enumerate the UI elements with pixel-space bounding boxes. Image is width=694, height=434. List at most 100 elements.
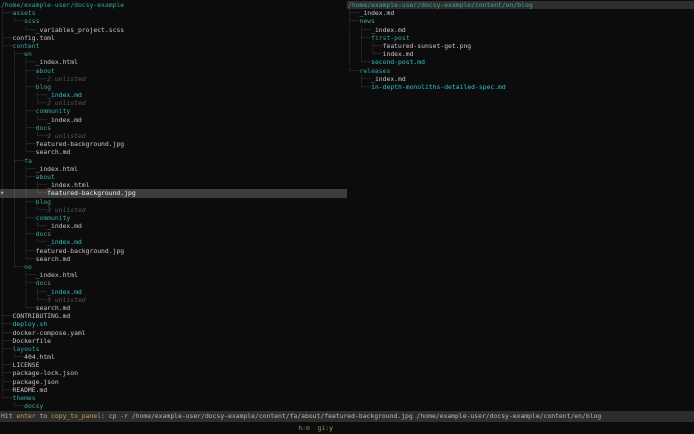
entry-name: _index.md [47, 91, 82, 100]
tree-row[interactable]: │ │ ├──about [0, 173, 347, 181]
tree-row[interactable]: │ │ │ └──_index.md [0, 222, 347, 230]
tree-row[interactable]: │ │ ├──_index.html [0, 58, 347, 66]
tree-row[interactable]: │ │ ├──featured-background.jpg [0, 247, 347, 255]
tree-branch: ├── [1, 33, 13, 42]
tree-row[interactable]: │ │ ├──featured-sunset-get.png [347, 42, 694, 50]
tree-branch: │ │ └── [1, 254, 36, 263]
tree-row[interactable]: │ │ ├──docs [0, 124, 347, 132]
tree-row[interactable]: │ │ ├──community [0, 214, 347, 222]
tree-row[interactable]: │ │ ├──_index.md [0, 288, 347, 296]
tree-row[interactable]: ├──config.toml [0, 34, 347, 42]
tree-branch: │ │ │ ├── [1, 181, 48, 190]
tree-row[interactable]: │ │ │ └──2 unlisted [0, 99, 347, 107]
tree-row[interactable]: ├──package-lock.json [0, 369, 347, 377]
tree-branch: │ │ ├── [1, 58, 36, 67]
left-pane: /home/example-user/docsy-example ├──asset… [0, 1, 347, 410]
tree-row[interactable]: │ │ │ └──_index.md [0, 116, 347, 124]
entry-name: index.md [382, 50, 414, 59]
right-pane: /home/example-user/docsy-example/content… [347, 1, 694, 91]
tree-row[interactable]: ├──news [347, 17, 694, 25]
tree-branch: ├── [1, 369, 13, 378]
tree-branch: └── [348, 82, 372, 91]
tree-row[interactable]: └──releases [347, 67, 694, 75]
entry-name: first-post [371, 33, 410, 42]
tree-row[interactable]: ├──Dockerfile [0, 337, 347, 345]
pane-root-path[interactable]: /home/example-user/docsy-example [0, 1, 347, 9]
entry-name: no [24, 263, 32, 271]
tree-row[interactable]: └──themes [0, 394, 347, 402]
tree-row[interactable]: │ ├──fa [0, 157, 347, 165]
entry-name: community [35, 107, 71, 116]
entry-name: assets [12, 9, 36, 18]
tree-branch: │ └── [1, 263, 25, 271]
tree-branch: ├── [1, 385, 13, 394]
entry-name: _index.md [359, 9, 395, 18]
tree-row[interactable]: │ ├──first-post [347, 34, 694, 42]
tree-branch: │ │ ├── [1, 107, 36, 116]
tree-branch: │ │ └── [1, 148, 36, 157]
entry-name: 5 unlisted [47, 295, 86, 304]
entry-name: config.toml [12, 33, 55, 42]
tree-branch: │ │ │ └── [1, 74, 48, 83]
tree-row[interactable]: │ │ │ └──9 unlisted [0, 132, 347, 140]
tree-row[interactable]: │ └──search.md [0, 304, 347, 312]
tree-row[interactable]: │ │ └──search.md [0, 255, 347, 263]
entry-name: _index.html [47, 181, 90, 190]
tree-row[interactable]: │ └──no [0, 263, 347, 271]
entry-name: fa [24, 156, 32, 165]
tree-branch: ├── [1, 41, 13, 50]
pane-root-path[interactable]: /home/example-user/docsy-example/content… [347, 1, 694, 10]
tree-row[interactable]: │ │ └──5 unlisted [0, 296, 347, 304]
tree-row[interactable]: ├──content [0, 42, 347, 50]
tree-branch: │ │ ├── [1, 246, 36, 255]
tree-row[interactable]: │ │ │ └──2 unlisted [0, 75, 347, 83]
tree-row[interactable]: │ │ ├──about [0, 67, 347, 75]
entry-name: CONTRIBUTING.md [12, 312, 71, 321]
entry-name: community [35, 213, 71, 222]
tree-row[interactable]: ├──README.md [0, 386, 347, 394]
entry-name: in-depth-monoliths-detailed-spec.md [371, 82, 506, 91]
tree-row[interactable]: │ └──scss [0, 17, 347, 25]
tree-branch: │ │ │ └── [1, 238, 48, 247]
tree-row[interactable]: │ │ ├──blog [0, 83, 347, 91]
mode-flags: h:n gi:y [0, 422, 333, 434]
tree-row[interactable]: │ │ ├──blog [0, 198, 347, 206]
entry-name: _index.md [47, 287, 82, 296]
tree-row[interactable]: │ └──404.html [0, 353, 347, 361]
panels-container: /home/example-user/docsy-example ├──asset… [0, 0, 694, 410]
tree-branch: │ ├── [348, 33, 372, 42]
tree-row[interactable]: └──docsy [0, 402, 347, 410]
tree-row[interactable]: │ └──second-post.md [347, 58, 694, 66]
tree-row[interactable]: ├──docker-compose.yaml [0, 329, 347, 337]
entry-name: blog [35, 197, 52, 206]
tree-row[interactable]: ├──CONTRIBUTING.md [0, 312, 347, 320]
tree-branch: │ │ ├── [1, 123, 36, 132]
tree-row[interactable]: ├──deploy.sh [0, 320, 347, 328]
entry-name: README.md [12, 385, 48, 394]
entry-name: docsy [24, 402, 44, 411]
flag-hidden: h:n [298, 424, 310, 432]
entry-name: layouts [12, 344, 40, 353]
tree-row[interactable]: │ ├──_index.html [0, 271, 347, 279]
tree-row[interactable]: ├──layouts [0, 345, 347, 353]
tree-row[interactable]: │ │ └──search.md [0, 148, 347, 156]
tree-row[interactable]: │ │ │ └──3 unlisted [0, 206, 347, 214]
tree-row[interactable]: ├──_index.md [347, 9, 694, 17]
tree-row[interactable]: ├──LICENSE [0, 361, 347, 369]
tree-row[interactable]: │ ├──en [0, 50, 347, 58]
tree-row[interactable]: ├──_index.md [347, 75, 694, 83]
entry-name: search.md [35, 148, 71, 157]
entry-name: about [35, 66, 55, 75]
tree-branch: ├── [1, 377, 13, 386]
tree-row[interactable]: │ │ ├──community [0, 107, 347, 115]
entry-name: en [24, 50, 32, 59]
tree-row[interactable]: ├──assets [0, 9, 347, 17]
tree-row[interactable]: └──in-depth-monoliths-detailed-spec.md [347, 83, 694, 91]
tree-row[interactable]: │ ├──_index.md [347, 26, 694, 34]
tree-row[interactable]: ▶ │ │ │ └──featured-background.jpg [0, 189, 347, 198]
tree-row[interactable]: │ │ │ └──_index.md [0, 238, 347, 246]
tree-row[interactable]: │ ├──docs [0, 279, 347, 287]
tree-row[interactable]: │ │ ├──_index.html [0, 165, 347, 173]
tree-row[interactable]: ├──package.json [0, 378, 347, 386]
tree-row[interactable]: │ └──_variables_project.scss [0, 26, 347, 34]
